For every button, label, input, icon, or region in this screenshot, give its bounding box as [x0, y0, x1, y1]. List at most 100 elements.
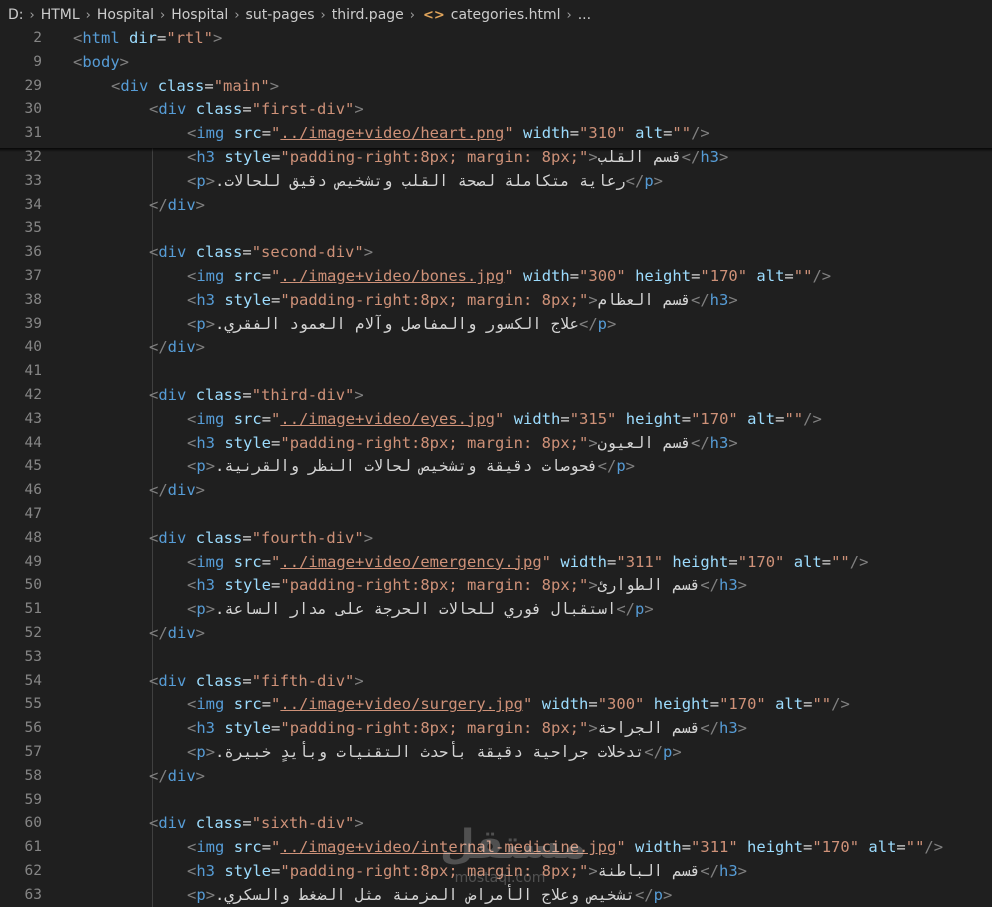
tag-name: p	[653, 885, 663, 904]
tag-name: p	[196, 314, 206, 333]
breadcrumb-more[interactable]: ...	[578, 7, 591, 23]
code-line: 54 <div class="fifth-div">	[0, 670, 992, 694]
breadcrumb-item[interactable]: Hospital	[171, 7, 228, 23]
chevron-right-icon: ›	[160, 8, 166, 23]
tag-name: div	[158, 814, 187, 833]
chevron-right-icon: ›	[320, 8, 326, 23]
quote: "	[271, 552, 281, 571]
tag-bracket: <	[187, 148, 197, 166]
src-link[interactable]: ../image+video/eyes.jpg	[280, 410, 495, 428]
line-number: 43	[24, 410, 42, 427]
src-link[interactable]: ../image+video/bones.jpg	[280, 267, 504, 285]
tag-bracket: >	[653, 171, 663, 190]
watermark-latin: mostaql.com	[454, 870, 546, 886]
tag-bracket: </	[644, 743, 663, 761]
code-line: 30 <div class="first-div">	[0, 98, 992, 122]
tag-name: h3	[709, 290, 729, 309]
line-number: 50	[24, 577, 42, 594]
chevron-right-icon: ›	[234, 8, 240, 23]
attribute-name: style	[224, 148, 272, 166]
tag-bracket: <	[187, 695, 197, 714]
tag-bracket: >	[588, 719, 598, 738]
attribute-value: ""	[784, 409, 804, 428]
tag-bracket: />	[831, 695, 850, 714]
tag-bracket: >	[205, 600, 216, 619]
tag-name: h3	[196, 148, 216, 166]
breadcrumb-item[interactable]: HTML	[41, 7, 80, 23]
attribute-value: "padding-right:8px; margin: 8px;"	[280, 576, 589, 595]
tag-bracket: >	[737, 862, 748, 880]
tag-bracket: <	[187, 171, 197, 190]
attribute-name: height	[625, 409, 682, 428]
tag-name: p	[196, 457, 206, 476]
line-number: 32	[24, 149, 42, 165]
code-line: 45 <p>فحوصات دقيقة وتشخيص لحالات النظر وا…	[0, 455, 992, 479]
tag-bracket: <	[149, 671, 159, 690]
src-link[interactable]: ../image+video/emergency.jpg	[280, 553, 541, 571]
tag-bracket: >	[195, 624, 206, 642]
quote: "	[495, 409, 505, 428]
tag-bracket: </	[578, 314, 598, 333]
src-link[interactable]: ../image+video/heart.png	[280, 124, 504, 142]
src-link[interactable]: ../image+video/surgery.jpg	[280, 695, 523, 713]
tag-bracket: <	[149, 386, 159, 404]
tag-bracket: </	[700, 862, 719, 880]
equals: =	[709, 695, 720, 714]
line-content: <div class="fourth-div">	[149, 527, 373, 551]
attribute-name: height	[653, 695, 710, 714]
tag-name: body	[82, 52, 120, 71]
breadcrumb-item[interactable]: third.page	[332, 7, 404, 23]
equals: =	[242, 243, 252, 262]
line-number: 55	[24, 696, 42, 713]
tag-bracket: >	[588, 290, 598, 309]
tag-name: div	[158, 528, 187, 547]
breadcrumb-item[interactable]: D:	[8, 7, 24, 23]
line-number: 53	[24, 648, 42, 665]
tag-bracket: >	[719, 148, 729, 166]
line-number: 47	[24, 506, 42, 522]
attribute-name: src	[233, 695, 262, 714]
line-number: 33	[24, 172, 42, 189]
line-number: 39	[24, 315, 42, 332]
line-number: 63	[24, 886, 42, 903]
breadcrumb-file[interactable]: categories.html	[451, 7, 561, 23]
attribute-name: dir	[129, 29, 158, 47]
line-number: 56	[24, 720, 42, 737]
tag-bracket: />	[803, 409, 822, 428]
line-content: <h3 style="padding-right:8px; margin: 8p…	[187, 574, 747, 598]
arabic-text: قسم الجراحة	[597, 719, 701, 738]
tag-bracket: <	[187, 267, 197, 285]
tag-name: div	[158, 386, 187, 404]
line-content: <img src="../image+video/eyes.jpg" width…	[187, 408, 822, 432]
attribute-value: "fifth-div"	[251, 671, 355, 690]
code-editor[interactable]: 2 <html dir="rtl"> 9 <body> 29 <div class="ma…	[0, 27, 992, 907]
tag-bracket: >	[205, 743, 216, 761]
tag-name: h3	[196, 576, 216, 595]
equals: =	[569, 267, 580, 285]
line-number: 36	[24, 244, 42, 261]
attribute-value: "sixth-div"	[251, 814, 355, 833]
breadcrumb-item[interactable]: sut-pages	[246, 7, 315, 23]
line-number: 9	[33, 53, 42, 70]
tag-name: p	[196, 743, 206, 761]
tag-bracket: >	[195, 766, 206, 785]
attribute-value: ""	[793, 267, 813, 285]
code-line: 35	[0, 217, 992, 241]
line-content: </div>	[149, 479, 205, 503]
breadcrumb-item[interactable]: Hospital	[97, 7, 154, 23]
line-number: 51	[24, 601, 42, 618]
tag-bracket: >	[662, 885, 673, 904]
line-content: <img src="../image+video/surgery.jpg" wi…	[187, 693, 850, 717]
attribute-name: style	[224, 433, 272, 452]
